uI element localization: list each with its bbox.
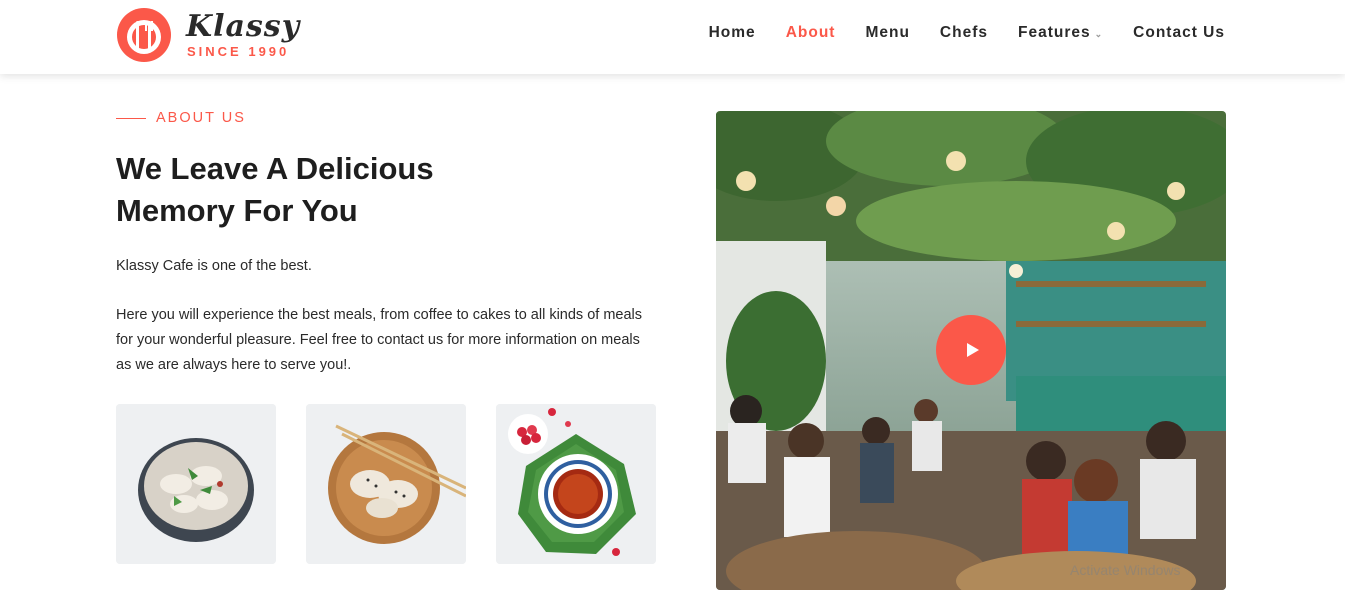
dumplings-bowl-image bbox=[116, 404, 276, 564]
site-header: Klassy SINCE 1990 Home About Menu Chefs … bbox=[0, 0, 1345, 74]
nav-contact-us[interactable]: Contact Us bbox=[1133, 24, 1225, 42]
thumbnail-row bbox=[116, 404, 656, 564]
title-line-1: We Leave A Delicious bbox=[116, 151, 434, 186]
title-line-2: Memory For You bbox=[116, 193, 358, 228]
play-button[interactable] bbox=[936, 315, 1006, 385]
tea-cup-image bbox=[496, 404, 656, 564]
brand-name: Klassy bbox=[186, 9, 301, 44]
section-divider bbox=[116, 117, 146, 119]
play-icon bbox=[967, 343, 979, 357]
logo[interactable]: Klassy SINCE 1990 bbox=[116, 7, 299, 65]
logo-icon bbox=[117, 8, 171, 62]
nav-menu[interactable]: Menu bbox=[865, 24, 909, 42]
page-title: We Leave A Delicious Memory For You bbox=[116, 148, 556, 232]
section-label: ABOUT US bbox=[116, 110, 246, 126]
os-watermark: Activate Windows bbox=[1070, 562, 1181, 578]
nav-features[interactable]: Features ⌄ bbox=[1018, 24, 1103, 42]
brand-tagline: SINCE 1990 bbox=[187, 44, 290, 59]
section-label-text: ABOUT US bbox=[156, 110, 246, 126]
nav-about[interactable]: About bbox=[786, 24, 836, 42]
chevron-down-icon: ⌄ bbox=[1094, 28, 1104, 39]
intro-paragraph: Klassy Cafe is one of the best. bbox=[116, 258, 312, 274]
nav-chefs[interactable]: Chefs bbox=[940, 24, 988, 42]
dumplings-chopsticks-image bbox=[306, 404, 466, 564]
description-paragraph: Here you will experience the best meals,… bbox=[116, 307, 643, 373]
main-nav: Home About Menu Chefs Features ⌄ Contact … bbox=[709, 24, 1225, 42]
nav-home[interactable]: Home bbox=[709, 24, 756, 42]
nav-features-label: Features bbox=[1018, 24, 1091, 41]
